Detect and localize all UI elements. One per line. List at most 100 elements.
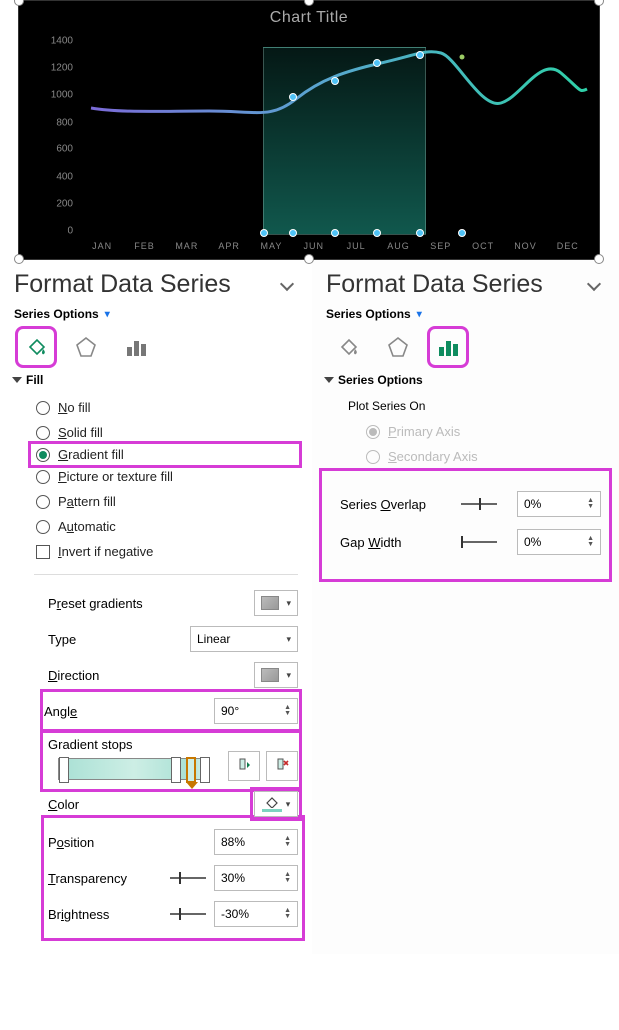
selection-point[interactable] xyxy=(289,93,297,101)
secondary-axis-radio: Secondary Axis xyxy=(366,444,605,469)
direction-row: Direction ▾ xyxy=(48,657,298,693)
selection-point[interactable] xyxy=(416,51,424,59)
paint-bucket-icon xyxy=(262,796,282,812)
gap-slider[interactable] xyxy=(461,535,497,549)
plot-area[interactable] xyxy=(81,41,589,241)
selection-point[interactable] xyxy=(458,229,466,237)
picture-fill-radio[interactable]: Picture or texture fill xyxy=(36,464,298,489)
series-options-header[interactable]: Series Options xyxy=(326,373,605,387)
resize-handle[interactable] xyxy=(594,0,604,6)
series-options-tab[interactable] xyxy=(120,331,152,363)
expand-icon xyxy=(324,377,334,383)
no-fill-radio[interactable]: No fill xyxy=(36,395,298,420)
pentagon-icon xyxy=(74,335,98,359)
y-tick: 1400 xyxy=(51,36,73,47)
x-tick: OCT xyxy=(462,241,504,255)
selection-point[interactable] xyxy=(331,229,339,237)
y-tick: 600 xyxy=(56,144,73,155)
resize-handle[interactable] xyxy=(14,254,24,264)
selection-point[interactable] xyxy=(331,77,339,85)
y-tick: 1000 xyxy=(51,90,73,101)
overlap-input[interactable]: 0%▲▼ xyxy=(517,491,601,517)
gradient-stop[interactable] xyxy=(59,757,69,783)
fill-line-tab[interactable] xyxy=(20,331,52,363)
paint-bucket-icon xyxy=(336,335,360,359)
angle-input[interactable]: 90°▲▼ xyxy=(214,698,298,724)
preset-gradients-row: Preset gradients ▾ xyxy=(48,585,298,621)
x-tick: AUG xyxy=(377,241,419,255)
series-line[interactable] xyxy=(81,41,589,241)
remove-stop-button[interactable] xyxy=(266,751,298,781)
selection-point[interactable] xyxy=(260,229,268,237)
gradient-stop-selected[interactable] xyxy=(186,757,196,783)
gap-width-row: Gap Width 0%▲▼ xyxy=(340,523,601,561)
type-label: Type xyxy=(48,632,76,647)
gradient-stops-bar[interactable] xyxy=(58,758,210,780)
resize-handle[interactable] xyxy=(594,254,604,264)
x-tick: DEC xyxy=(547,241,589,255)
overlap-slider[interactable] xyxy=(461,497,497,511)
x-tick: FEB xyxy=(123,241,165,255)
selection-point[interactable] xyxy=(289,229,297,237)
color-row: Color ▾ xyxy=(48,786,298,822)
gradient-stop[interactable] xyxy=(200,757,210,783)
series-options-tab[interactable] xyxy=(432,331,464,363)
pane-title: Format Data Series xyxy=(326,270,543,299)
transparency-input[interactable]: 30%▲▼ xyxy=(214,865,298,891)
fill-section-header[interactable]: Fill xyxy=(14,373,298,387)
position-input[interactable]: 88%▲▼ xyxy=(214,829,298,855)
direction-dropdown[interactable]: ▾ xyxy=(254,662,298,688)
solid-fill-radio[interactable]: Solid fill xyxy=(36,420,298,445)
x-tick: APR xyxy=(208,241,250,255)
bar-chart-icon xyxy=(124,335,148,359)
section-label: Series Options xyxy=(338,373,423,387)
transparency-slider[interactable] xyxy=(170,871,206,885)
position-row: Position 88%▲▼ xyxy=(48,824,298,860)
automatic-radio[interactable]: Automatic xyxy=(36,514,298,539)
chevron-down-icon: ▾ xyxy=(417,309,422,320)
gradient-stop[interactable] xyxy=(171,757,181,783)
data-point xyxy=(460,55,465,60)
format-tabs xyxy=(14,331,298,363)
selection-point[interactable] xyxy=(416,229,424,237)
pattern-fill-radio[interactable]: Pattern fill xyxy=(36,489,298,514)
chart-container: Chart Title 0 200 400 600 800 1000 1200 … xyxy=(0,0,619,260)
format-pane-left: Format Data Series Series Options ▾ Fill… xyxy=(0,260,312,954)
primary-axis-radio: Primary Axis xyxy=(366,419,605,444)
transparency-row: Transparency 30%▲▼ xyxy=(48,860,298,896)
brightness-input[interactable]: -30%▲▼ xyxy=(214,901,298,927)
fill-line-tab[interactable] xyxy=(332,331,364,363)
pane-menu-icon[interactable] xyxy=(585,275,605,295)
bar-chart-icon xyxy=(436,335,460,359)
remove-stop-icon xyxy=(273,757,291,775)
format-tabs xyxy=(326,331,605,363)
selection-point[interactable] xyxy=(373,229,381,237)
type-row: Type Linear▾ xyxy=(48,621,298,657)
effects-tab[interactable] xyxy=(70,331,102,363)
effects-tab[interactable] xyxy=(382,331,414,363)
gap-input[interactable]: 0%▲▼ xyxy=(517,529,601,555)
resize-handle[interactable] xyxy=(304,254,314,264)
series-options-dropdown[interactable]: Series Options ▾ xyxy=(14,307,298,321)
gradient-fill-radio[interactable]: Gradient fill xyxy=(32,445,298,464)
angle-row: Angle 90°▲▼ xyxy=(44,693,298,729)
type-dropdown[interactable]: Linear▾ xyxy=(190,626,298,652)
x-axis: JAN FEB MAR APR MAY JUN JUL AUG SEP OCT … xyxy=(81,241,589,255)
brightness-row: Brightness -30%▲▼ xyxy=(48,896,298,932)
selection-point[interactable] xyxy=(373,59,381,67)
pane-menu-icon[interactable] xyxy=(278,275,298,295)
x-tick: JUN xyxy=(293,241,335,255)
invert-negative-checkbox[interactable]: Invert if negative xyxy=(36,539,298,564)
format-pane-right: Format Data Series Series Options ▾ Seri… xyxy=(312,260,619,954)
y-tick: 1200 xyxy=(51,63,73,74)
color-dropdown[interactable]: ▾ xyxy=(254,791,298,817)
series-options-dropdown[interactable]: Series Options ▾ xyxy=(326,307,605,321)
chart-area[interactable]: Chart Title 0 200 400 600 800 1000 1200 … xyxy=(18,0,600,260)
x-tick: JAN xyxy=(81,241,123,255)
preset-gradients-dropdown[interactable]: ▾ xyxy=(254,590,298,616)
add-stop-button[interactable] xyxy=(228,751,260,781)
brightness-slider[interactable] xyxy=(170,907,206,921)
y-tick: 200 xyxy=(56,198,73,209)
x-tick: MAR xyxy=(166,241,208,255)
paint-bucket-icon xyxy=(24,335,48,359)
